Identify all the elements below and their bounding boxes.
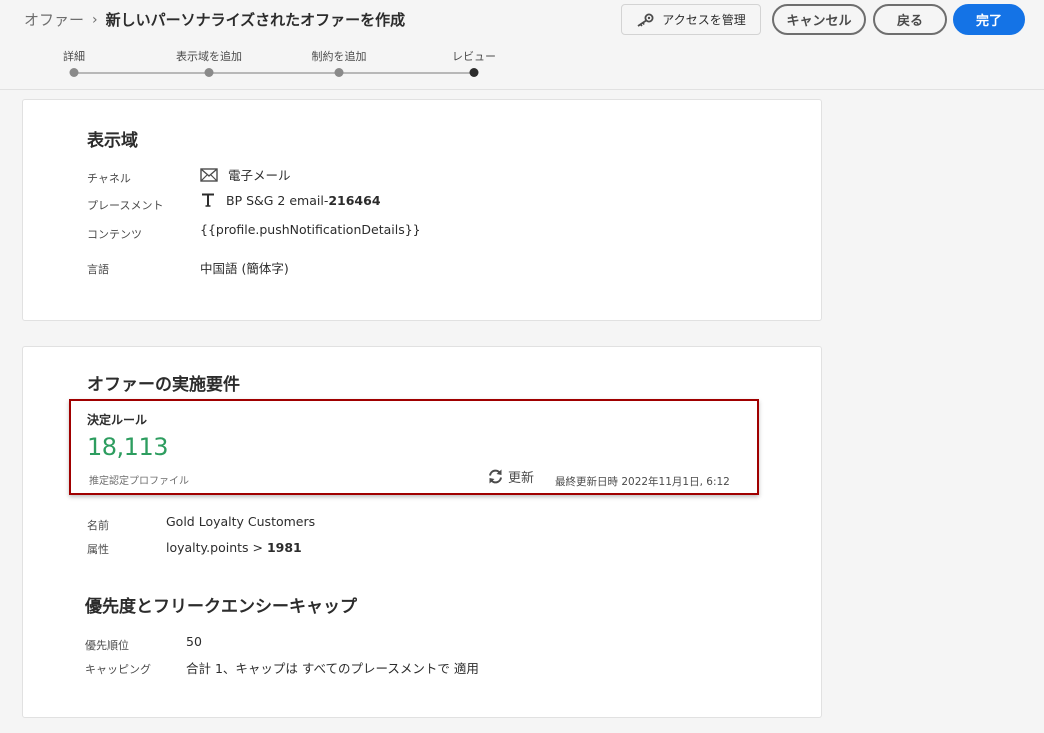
qualified-profile-caption: 推定認定プロファイル: [89, 476, 189, 487]
eligibility-section-title: オファーの実施要件: [87, 375, 240, 395]
eligibility-card: オファーの実施要件 決定ルール 18,113 推定認定プロファイル 更新 最終更…: [22, 346, 822, 718]
refresh-button[interactable]: 更新: [487, 467, 534, 486]
done-button[interactable]: 完了: [953, 4, 1025, 35]
channel-value-text: 電子メール: [228, 168, 291, 183]
step-label-add-placement[interactable]: 表示域を追加: [176, 48, 242, 64]
capping-value: 合計 1、キャップは すべてのプレースメントで 適用: [186, 661, 479, 676]
content-label: コンテンツ: [87, 228, 142, 241]
step-dot-details[interactable]: [69, 68, 79, 77]
channel-label: チャネル: [87, 172, 131, 185]
page-title: 新しいパーソナライズされたオファーを作成: [105, 11, 406, 29]
back-button[interactable]: 戻る: [873, 4, 947, 35]
text-type-icon: [200, 192, 216, 208]
capping-label: キャッピング: [85, 663, 151, 676]
refresh-icon: [487, 468, 504, 485]
decision-rule-title: 決定ルール: [87, 413, 148, 427]
step-label-details[interactable]: 詳細: [63, 48, 85, 64]
priority-value: 50: [186, 634, 202, 649]
manage-access-button[interactable]: アクセスを管理: [621, 4, 761, 35]
chevron-right-icon: ›: [92, 11, 98, 28]
content-value: {{profile.pushNotificationDetails}}: [200, 222, 421, 237]
qualified-profile-count: 18,113: [87, 433, 168, 461]
attribute-label: 属性: [87, 543, 109, 556]
manage-access-label: アクセスを管理: [662, 13, 746, 27]
last-updated-text: 最終更新日時 2022年11月1日, 6:12: [555, 476, 730, 488]
priority-label: 優先順位: [85, 639, 129, 652]
email-icon: [200, 167, 218, 182]
placement-section-title: 表示域: [87, 131, 138, 151]
progress-stepper: 詳細 表示域を追加 制約を追加 レビュー: [0, 44, 1044, 84]
attribute-threshold: 1981: [266, 540, 302, 555]
language-value: 中国語 (簡体字): [200, 261, 289, 276]
page-header: オファー › 新しいパーソナライズされたオファーを作成 アクセスを管理 キャンセ…: [0, 0, 1044, 90]
key-icon: [636, 13, 654, 27]
attribute-expression: loyalty.points >: [166, 540, 263, 555]
attribute-value: loyalty.points > 1981: [166, 540, 302, 555]
language-label: 言語: [87, 263, 109, 276]
placement-label: プレースメント: [87, 199, 164, 212]
step-dot-add-placement[interactable]: [204, 68, 214, 77]
rule-name-label: 名前: [87, 519, 109, 532]
placement-id: 216464: [328, 192, 381, 208]
decision-rule-panel: 決定ルール 18,113 推定認定プロファイル 更新 最終更新日時 2022年1…: [69, 399, 759, 495]
breadcrumb: オファー › 新しいパーソナライズされたオファーを作成: [24, 9, 405, 30]
cancel-button[interactable]: キャンセル: [772, 4, 866, 35]
step-dot-add-constraints[interactable]: [334, 68, 344, 77]
channel-value: 電子メール: [200, 165, 291, 184]
placement-value: BP S&G 2 email- 216464: [200, 192, 381, 208]
refresh-label: 更新: [508, 471, 535, 486]
breadcrumb-offers-link[interactable]: オファー: [24, 9, 84, 30]
step-dot-review[interactable]: [469, 68, 479, 77]
rule-name-value: Gold Loyalty Customers: [166, 514, 316, 529]
stepper-track: [74, 72, 474, 74]
placement-value-text: BP S&G 2 email-: [226, 192, 329, 208]
step-label-review[interactable]: レビュー: [452, 48, 496, 64]
priority-section-title: 優先度とフリークエンシーキャップ: [85, 597, 357, 617]
placement-card: 表示域 チャネル 電子メール プレースメント BP S&G 2 email- 21…: [22, 99, 822, 321]
step-label-add-constraints[interactable]: 制約を追加: [312, 48, 367, 64]
